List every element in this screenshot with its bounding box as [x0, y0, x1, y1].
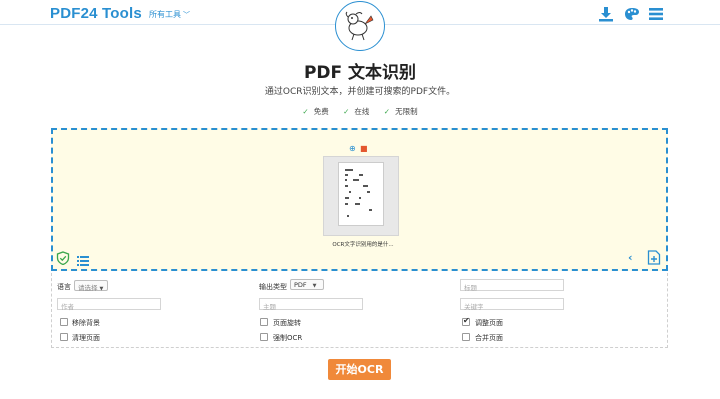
rotate-pages-checkbox[interactable]: [260, 318, 268, 326]
sheep-mascot-icon: [345, 11, 374, 41]
download-icon[interactable]: [598, 6, 614, 22]
file-card-actions: ⊕ ■: [349, 144, 379, 154]
chevron-down-icon: ﹀: [183, 11, 190, 19]
language-select[interactable]: 请选择 ▼: [74, 280, 108, 292]
output-type-select[interactable]: PDF ▼: [290, 279, 324, 290]
file-card[interactable]: ⊕ ■ OCR文字识别用的是什...: [323, 138, 401, 248]
remove-background-checkbox[interactable]: [60, 318, 68, 326]
output-type-label: 输出类型: [259, 283, 287, 291]
feature-item: ✓ 免费: [302, 107, 329, 116]
caret-down-icon: ▼: [312, 283, 317, 289]
output-type-value: PDF: [294, 281, 307, 289]
start-ocr-button[interactable]: 开始OCR: [328, 359, 391, 380]
palette-icon[interactable]: [624, 6, 640, 22]
all-tools-label: 所有工具: [149, 10, 181, 19]
file-drop-zone[interactable]: ⊕ ■ OCR文字识别用的是什... ‹: [51, 128, 668, 271]
force-ocr-checkbox[interactable]: [260, 333, 268, 341]
chevron-left-icon[interactable]: ‹: [628, 251, 633, 264]
check-icon: ✓: [343, 107, 350, 116]
feature-item: ✓ 无限制: [383, 107, 418, 116]
feature-item: ✓ 在线: [343, 107, 370, 116]
deskew-pages-checkbox[interactable]: [462, 316, 470, 326]
menu-icon[interactable]: [648, 6, 664, 22]
author-field[interactable]: 作者: [57, 298, 161, 311]
caret-down-icon: ▼: [99, 286, 104, 292]
file-thumbnail[interactable]: [323, 156, 399, 236]
shield-check-icon[interactable]: [56, 250, 70, 266]
page-title: PDF 文本识别: [303, 63, 417, 83]
merge-pages-label: 合并页面: [475, 334, 503, 342]
rotate-pages-label: 页面旋转: [273, 319, 301, 327]
zoom-icon[interactable]: ⊕: [349, 144, 356, 153]
check-icon: ✓: [383, 107, 391, 116]
remove-background-label: 移除背景: [72, 319, 100, 327]
language-select-value: 请选择: [78, 284, 98, 292]
add-file-icon[interactable]: [647, 250, 661, 265]
language-label: 语言: [57, 283, 71, 291]
merge-pages-checkbox[interactable]: [462, 333, 470, 341]
list-view-icon[interactable]: [77, 252, 89, 266]
clean-pages-label: 清理页面: [72, 334, 100, 342]
all-tools-menu[interactable]: 所有工具 ﹀: [149, 9, 190, 20]
top-bar: PDF24 Tools 所有工具 ﹀: [0, 0, 720, 51]
site-logo[interactable]: PDF24 Tools: [50, 5, 142, 22]
trash-icon[interactable]: ■: [360, 144, 368, 153]
mascot-logo[interactable]: [335, 1, 385, 51]
ocr-options-panel: 语言 请选择 ▼ 输出类型 PDF ▼ 标题 作者 主题 关键字 移除背景 页面旋转…: [51, 273, 668, 348]
subject-field[interactable]: 主题: [259, 298, 363, 311]
clean-pages-checkbox[interactable]: [60, 333, 68, 341]
deskew-pages-label: 调整页面: [475, 319, 503, 327]
keywords-field[interactable]: 关键字: [460, 298, 564, 311]
title-field[interactable]: 标题: [460, 279, 564, 292]
page-subtitle: 通过OCR识别文本，并创建可搜索的PDF文件。: [264, 87, 456, 97]
check-icon: ✓: [302, 107, 309, 116]
page-preview: [338, 162, 384, 226]
file-name: OCR文字识别用的是什...: [332, 242, 394, 248]
force-ocr-label: 强制OCR: [273, 334, 303, 342]
feature-list: ✓ 免费 ✓ 在线 ✓ 无限制: [0, 106, 720, 117]
